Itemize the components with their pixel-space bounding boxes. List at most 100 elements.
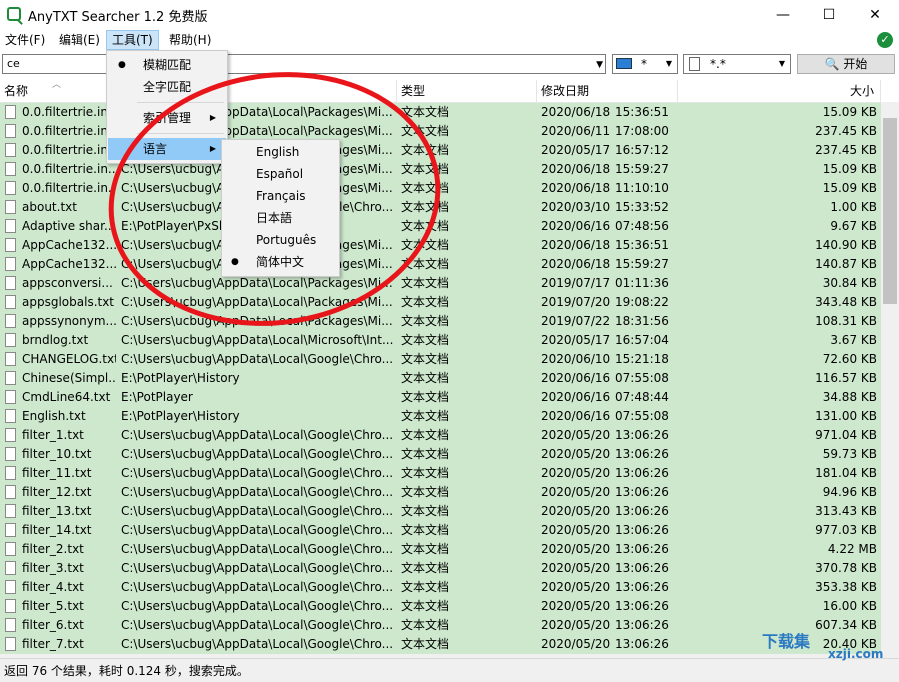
table-row[interactable]: appsglobals.txt C:\Users\ucbug\AppData\Lo… [0,293,881,312]
table-row[interactable]: filter_10.txt C:\Users\ucbug\AppData\Loca… [0,445,881,464]
cell-date: 2020/05/20 [541,637,611,651]
cell-type: 文本文档 [401,181,450,195]
cell-path: C:\Users\ucbug\AppData\Local\Google\Chro… [121,352,393,366]
vertical-scrollbar[interactable] [881,102,899,654]
cell-time: 15:59:27 [615,257,669,271]
text-file-icon [5,371,16,385]
scrollbar-thumb[interactable] [883,118,897,304]
language-spanish[interactable]: Español [223,163,338,185]
cell-size: 34.88 KB [822,390,877,404]
cell-size: 1.00 KB [830,200,877,214]
table-row[interactable]: Chinese(Simpl... E:\PotPlayer\History 文本文档… [0,369,881,388]
menu-whole-word-match[interactable]: 全字匹配 [108,76,226,98]
cell-type: 文本文档 [401,466,450,480]
filetype-select-value: *.* [710,57,726,71]
table-row[interactable]: filter_1.txt C:\Users\ucbug\AppData\Local… [0,426,881,445]
cell-name: appsconversi... [22,276,113,290]
table-row[interactable]: filter_13.txt C:\Users\ucbug\AppData\Loca… [0,502,881,521]
text-file-icon [5,447,16,461]
drive-select-value: * [641,57,647,71]
column-size[interactable]: 大小 [678,80,881,102]
language-french[interactable]: Français [223,185,338,207]
language-french-label: Français [256,189,306,203]
table-row[interactable]: brndlog.txt C:\Users\ucbug\AppData\Local\… [0,331,881,350]
cell-size: 971.04 KB [815,428,877,442]
table-row[interactable]: 0.0.filtertrie.in...C:\Users\ucbug\AppDa… [0,179,881,198]
cell-time: 13:06:26 [615,485,669,499]
close-button[interactable]: ✕ [852,0,898,30]
cell-date: 2020/05/20 [541,561,611,575]
text-file-icon [5,143,16,157]
cell-type: 文本文档 [401,333,450,347]
cell-time: 13:06:26 [615,466,669,480]
language-simplified-chinese[interactable]: ● 简体中文 [223,251,338,273]
menu-bar: 文件(F) 编辑(E) 工具(T) 帮助(H) [0,30,899,50]
cell-path: C:\Users\ucbug\AppData\Local\Google\Chro… [121,504,393,518]
menu-help[interactable]: 帮助(H) [164,31,216,49]
table-row[interactable]: English.txt E:\PotPlayer\History 文本文档 2020/… [0,407,881,426]
filetype-select[interactable]: *.* ▼ [683,54,791,74]
text-file-icon [5,352,16,366]
cell-size: 94.96 KB [822,485,877,499]
cell-date: 2020/06/11 [541,124,611,138]
table-row[interactable]: filter_6.txt C:\Users\ucbug\AppData\Local… [0,616,881,635]
table-row[interactable]: Adaptive shar... E:\PotPlayer\PxShader 文本文… [0,217,881,236]
table-row[interactable]: AppCache132...C:\Users\ucbug\AppData\Loc… [0,236,881,255]
maximize-button[interactable]: ☐ [806,0,852,30]
table-row[interactable]: appssynonym... C:\Users\ucbug\AppData\Loc… [0,312,881,331]
cell-time: 13:06:26 [615,580,669,594]
menu-index-management[interactable]: 索引管理 ▶ [108,107,226,129]
table-row[interactable]: filter_3.txt C:\Users\ucbug\AppData\Local… [0,559,881,578]
table-row[interactable]: AppCache132...C:\Users\ucbug\AppData\Loc… [0,255,881,274]
table-row[interactable]: filter_12.txt C:\Users\ucbug\AppData\Loca… [0,483,881,502]
cell-path: C:\Users\ucbug\AppData\Local\Google\Chro… [121,447,393,461]
table-row[interactable]: filter_4.txt C:\Users\ucbug\AppData\Local… [0,578,881,597]
cell-time: 13:06:26 [615,428,669,442]
table-row[interactable]: appsconversi... C:\Users\ucbug\AppData\Lo… [0,274,881,293]
cell-name: filter_13.txt [22,504,92,518]
menu-fuzzy-match[interactable]: ● 模糊匹配 [108,54,226,76]
table-row[interactable]: filter_11.txt C:\Users\ucbug\AppData\Loca… [0,464,881,483]
table-row[interactable]: filter_7.txt C:\Users\ucbug\AppData\Local… [0,635,881,654]
column-name-label: 名称 [4,84,29,98]
table-row[interactable]: filter_5.txt C:\Users\ucbug\AppData\Local… [0,597,881,616]
language-english[interactable]: English [223,141,338,163]
menu-whole-word-match-label: 全字匹配 [143,80,192,94]
search-input[interactable]: ce ▼ [2,54,606,74]
menu-separator [137,133,224,134]
column-modified[interactable]: 修改日期 [537,80,678,102]
language-portuguese[interactable]: Português [223,229,338,251]
language-japanese[interactable]: 日本語 [223,207,338,229]
cell-time: 17:08:00 [615,124,669,138]
cell-type: 文本文档 [401,542,450,556]
menu-edit[interactable]: 编辑(E) [54,31,105,49]
menu-language[interactable]: 语言 ▶ [108,138,226,160]
column-name[interactable]: ︿ 名称 [0,80,117,102]
cell-type: 文本文档 [401,523,450,537]
start-search-button[interactable]: 🔍 开始 [797,54,895,74]
table-row[interactable]: filter_2.txt C:\Users\ucbug\AppData\Local… [0,540,881,559]
menu-tools[interactable]: 工具(T) [106,30,159,50]
column-type[interactable]: 类型 [397,80,537,102]
table-row[interactable]: CmdLine64.txt E:\PotPlayer 文本文档 2020/06/16 0… [0,388,881,407]
table-row[interactable]: CHANGELOG.txt C:\Users\ucbug\AppData\Loca… [0,350,881,369]
cell-path: C:\Users\ucbug\AppData\Local\Google\Chro… [121,523,393,537]
cell-date: 2020/05/20 [541,504,611,518]
cell-size: 237.45 KB [815,143,877,157]
cell-time: 15:33:52 [615,200,669,214]
drive-select[interactable]: * ▼ [612,54,678,74]
cell-type: 文本文档 [401,447,450,461]
cell-size: 313.43 KB [815,504,877,518]
table-row[interactable]: about.txtC:\Users\ucbug\AppData\Local\Go… [0,198,881,217]
menu-file[interactable]: 文件(F) [0,31,50,49]
cell-time: 07:48:44 [615,390,669,404]
cell-time: 16:57:04 [615,333,669,347]
cell-size: 9.67 KB [830,219,877,233]
cell-date: 2020/05/20 [541,523,611,537]
cell-type: 文本文档 [401,314,450,328]
search-history-dropdown-icon[interactable]: ▼ [596,58,603,72]
cell-time: 13:06:26 [615,523,669,537]
table-row[interactable]: filter_14.txt C:\Users\ucbug\AppData\Loca… [0,521,881,540]
minimize-button[interactable]: — [760,0,806,30]
language-simplified-chinese-label: 简体中文 [256,255,305,269]
